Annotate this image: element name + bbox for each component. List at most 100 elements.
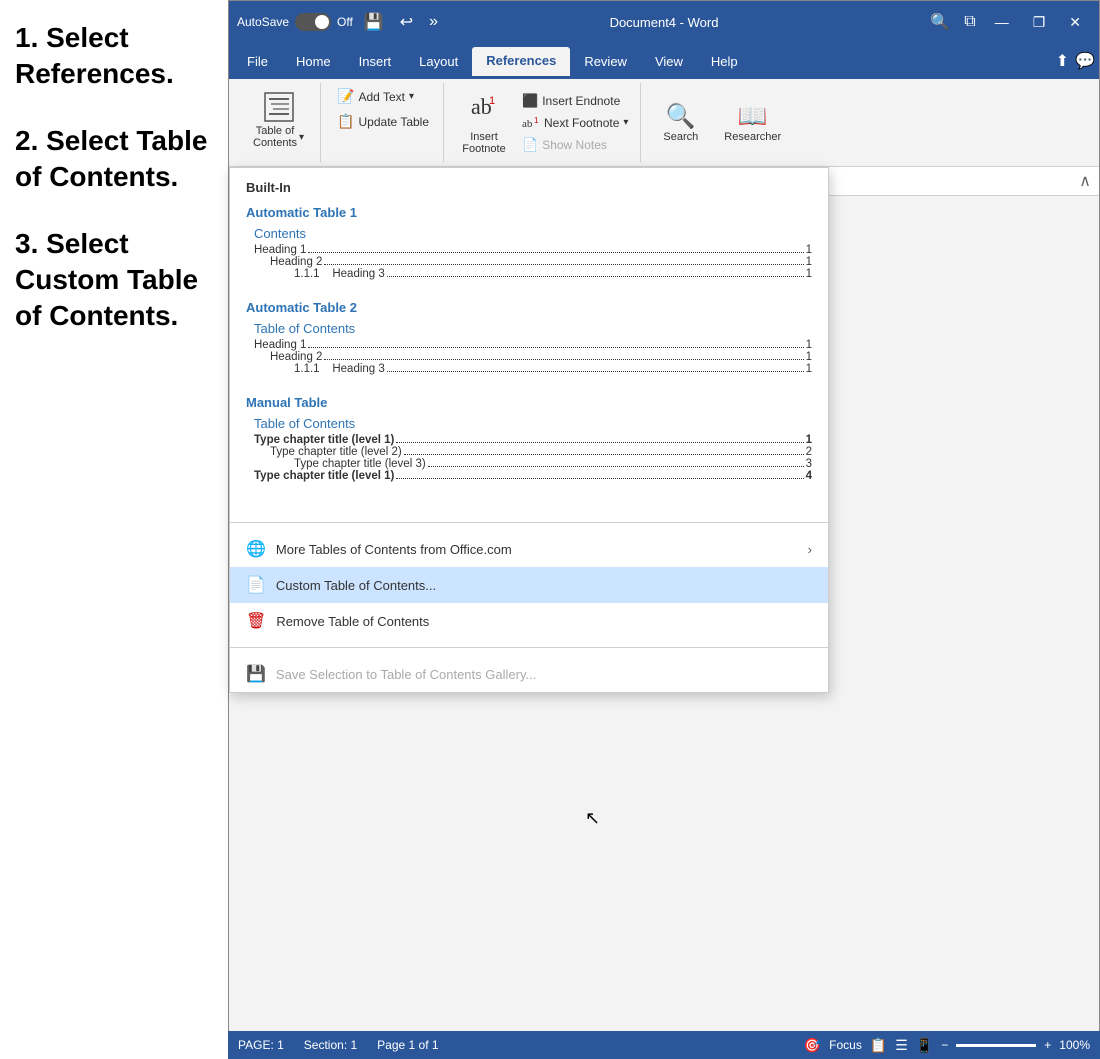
insert-endnote-button[interactable]: ⬛ Insert Endnote xyxy=(518,91,632,111)
layout-icon3[interactable]: 📱 xyxy=(916,1037,933,1054)
zoom-minus[interactable]: − xyxy=(941,1038,948,1052)
next-footnote-button[interactable]: ab 1 Next Footnote ▾ xyxy=(518,113,632,133)
search-label: Search xyxy=(663,131,698,143)
toc-icon xyxy=(261,89,297,125)
zoom-percent: 100% xyxy=(1059,1038,1090,1052)
focus-icon[interactable]: 🎯 xyxy=(804,1037,821,1054)
close-button[interactable]: ✕ xyxy=(1059,11,1091,34)
search-button[interactable]: 🔍 Search xyxy=(655,99,706,146)
remove-toc-button[interactable]: 🗑 Remove Table of Contents xyxy=(230,603,828,639)
auto-table2-line2: Heading 21 xyxy=(254,351,812,363)
more-icon[interactable]: » xyxy=(424,11,443,33)
auto-table1-line1: Heading 11 xyxy=(254,244,812,256)
autosave-state: Off xyxy=(337,15,353,29)
tab-insert[interactable]: Insert xyxy=(345,48,406,75)
manual-line4: Type chapter title (level 1)4 xyxy=(254,470,812,482)
research-close-button[interactable]: ∧ xyxy=(1079,171,1091,191)
auto-table1-block[interactable]: Automatic Table 1 Contents Heading 11 He… xyxy=(246,205,812,280)
more-toc-arrow: › xyxy=(808,542,812,557)
update-table-button[interactable]: 📋 Update Table xyxy=(331,110,435,133)
search-titlebar-icon[interactable]: 🔍 xyxy=(925,10,955,34)
researcher-icon: 📖 xyxy=(738,102,768,131)
title-bar-left: AutoSave Off 💾 ↩ » xyxy=(237,10,451,34)
zoom-plus[interactable]: + xyxy=(1044,1038,1051,1052)
undo-icon[interactable]: ↩ xyxy=(395,10,418,34)
manual-line3: Type chapter title (level 3)3 xyxy=(254,458,812,470)
manual-table-title: Table of Contents xyxy=(254,416,812,431)
manual-line2: Type chapter title (level 2)2 xyxy=(254,446,812,458)
status-right: 🎯 Focus 📋 ☰ 📱 − + 100% xyxy=(804,1037,1090,1054)
zoom-bar[interactable] xyxy=(956,1044,1036,1047)
word-window: AutoSave Off 💾 ↩ » Document4 - Word 🔍 ⧉ … xyxy=(228,0,1100,1059)
tab-layout[interactable]: Layout xyxy=(405,48,472,75)
more-toc-button[interactable]: 🌐 More Tables of Contents from Office.co… xyxy=(230,531,828,567)
dropdown-content: Built-In Automatic Table 1 Contents Head… xyxy=(230,168,828,514)
save-selection-label: Save Selection to Table of Contents Gall… xyxy=(276,667,536,682)
svg-text:1: 1 xyxy=(489,95,495,107)
auto-table2-line1: Heading 11 xyxy=(254,339,812,351)
insert-endnote-label: Insert Endnote xyxy=(542,94,620,108)
manual-line1: Type chapter title (level 1)1 xyxy=(254,434,812,446)
tab-home[interactable]: Home xyxy=(282,48,345,75)
search-icon: 🔍 xyxy=(666,102,696,131)
menu-divider1 xyxy=(230,522,828,523)
toc-sub-buttons: 📝 Add Text ▾ 📋 Update Table xyxy=(331,85,435,133)
auto-table2-line3: 1.1.1 Heading 31 xyxy=(254,363,812,375)
save-icon[interactable]: 💾 xyxy=(359,10,389,34)
custom-toc-icon: 📄 xyxy=(246,575,266,595)
auto-table2-title: Table of Contents xyxy=(254,321,812,336)
share-icon[interactable]: ⬆ xyxy=(1056,51,1069,71)
tab-file[interactable]: File xyxy=(233,48,282,75)
save-selection-icon: 💾 xyxy=(246,664,266,684)
zoom-fill xyxy=(956,1044,1036,1047)
custom-toc-button[interactable]: 📄 Custom Table of Contents... xyxy=(230,567,828,603)
zoom-slider xyxy=(956,1044,1036,1047)
focus-label: Focus xyxy=(829,1038,862,1052)
add-text-button[interactable]: 📝 Add Text ▾ xyxy=(331,85,435,108)
tab-review[interactable]: Review xyxy=(570,48,641,75)
layout-icon2[interactable]: ☰ xyxy=(895,1037,908,1054)
insert-endnote-icon: ⬛ xyxy=(522,93,538,109)
step1: 1. Select References. xyxy=(15,20,213,93)
insert-footnote-button[interactable]: ab 1 InsertFootnote xyxy=(454,86,514,159)
remove-toc-icon: 🗑 xyxy=(246,611,266,631)
autosave-label: AutoSave xyxy=(237,15,289,29)
auto-table2-header: Automatic Table 2 xyxy=(246,300,812,315)
auto-table1-line2: Heading 21 xyxy=(254,256,812,268)
auto-table1-header: Automatic Table 1 xyxy=(246,205,812,220)
tab-references[interactable]: References xyxy=(472,47,570,76)
layout-icon1[interactable]: 📋 xyxy=(870,1037,887,1054)
researcher-button[interactable]: 📖 Researcher xyxy=(716,99,789,146)
page-status: PAGE: 1 xyxy=(238,1038,284,1052)
more-toc-label: More Tables of Contents from Office.com xyxy=(276,542,512,557)
toc-button-label: Table ofContents xyxy=(253,125,297,149)
ribbon-tabs: File Home Insert Layout References Revie… xyxy=(229,43,1099,79)
save-selection-button: 💾 Save Selection to Table of Contents Ga… xyxy=(230,656,828,692)
toc-dropdown-arrow: ▾ xyxy=(299,132,304,143)
footnote-icon: ab 1 xyxy=(469,90,499,131)
show-notes-button[interactable]: 📄 Show Notes xyxy=(518,135,632,155)
cursor: ↖ xyxy=(585,808,600,829)
table-of-contents-button[interactable]: Table ofContents ▾ xyxy=(245,85,312,153)
step3: 3. Select Custom Table of Contents. xyxy=(15,226,213,335)
title-bar-right: 🔍 ⧉ — ❐ ✕ xyxy=(878,10,1092,34)
footnote-group: ab 1 InsertFootnote ⬛ Insert Endnote ab … xyxy=(446,83,641,162)
comment-icon[interactable]: 💬 xyxy=(1075,51,1095,71)
update-table-label: Update Table xyxy=(359,115,430,129)
tab-view[interactable]: View xyxy=(641,48,697,75)
auto-table2-block[interactable]: Automatic Table 2 Table of Contents Head… xyxy=(246,300,812,375)
show-notes-label: Show Notes xyxy=(542,138,607,152)
next-footnote-label: Next Footnote xyxy=(544,116,619,130)
title-bar: AutoSave Off 💾 ↩ » Document4 - Word 🔍 ⧉ … xyxy=(229,1,1099,43)
tab-help[interactable]: Help xyxy=(697,48,752,75)
manual-table-header: Manual Table xyxy=(246,395,812,410)
autosave-toggle[interactable] xyxy=(295,13,331,31)
restore-button[interactable]: ❐ xyxy=(1023,11,1056,34)
minimize-button[interactable]: — xyxy=(985,11,1019,33)
manual-table-block[interactable]: Manual Table Table of Contents Type chap… xyxy=(246,395,812,482)
auto-table1-line3: 1.1.1 Heading 31 xyxy=(254,268,812,280)
builtin-header: Built-In xyxy=(246,180,812,195)
toc-group: Table ofContents ▾ xyxy=(237,83,321,162)
restore-icon[interactable]: ⧉ xyxy=(959,11,980,33)
toc-sub-group: 📝 Add Text ▾ 📋 Update Table xyxy=(323,83,444,162)
